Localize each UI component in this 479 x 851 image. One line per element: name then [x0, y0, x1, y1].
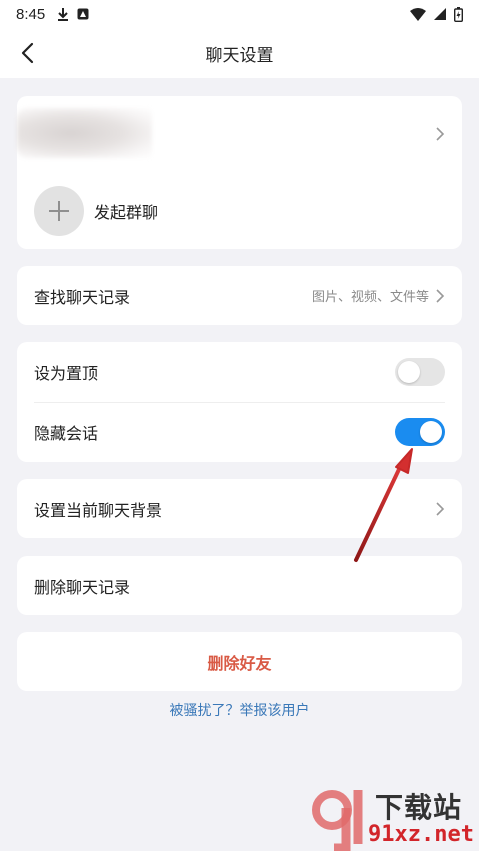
hide-conversation-toggle[interactable] — [395, 418, 445, 446]
find-records-hint: 图片、视频、文件等 — [311, 290, 429, 305]
chevron-right-icon — [436, 127, 445, 141]
page-title: 聊天设置 — [205, 45, 274, 66]
delete-chat-records-label: 删除聊天记录 — [34, 577, 131, 597]
add-member-button[interactable] — [34, 186, 84, 236]
set-chat-background-row[interactable]: 设置当前聊天背景 — [17, 479, 462, 538]
pin-to-top-toggle[interactable] — [395, 358, 445, 386]
site-watermark: 下载站 91xz.net — [308, 782, 479, 851]
toggle-knob — [420, 421, 442, 443]
pin-to-top-row: 设为置顶 — [17, 342, 462, 402]
contact-profile-row[interactable] — [17, 96, 462, 172]
delete-friend-card: 删除好友 — [17, 632, 462, 691]
start-group-chat-label: 发起群聊 — [94, 203, 159, 222]
find-chat-records-label: 查找聊天记录 — [34, 287, 131, 307]
app-header: 聊天设置 — [0, 28, 479, 78]
delete-records-card: 删除聊天记录 — [17, 556, 462, 615]
notification-app-icon — [77, 8, 89, 20]
battery-charging-icon — [454, 6, 463, 22]
status-time: 8:45 — [16, 5, 46, 23]
pin-to-top-label: 设为置顶 — [34, 364, 99, 383]
download-icon — [58, 8, 69, 21]
watermark-text: 下载站 — [375, 791, 463, 824]
hide-conversation-label: 隐藏会话 — [34, 424, 99, 443]
toggles-card: 设为置顶 隐藏会话 — [17, 342, 462, 462]
chevron-right-icon — [436, 288, 445, 303]
chevron-right-icon — [436, 501, 445, 516]
contact-card: 发起群聊 — [17, 96, 462, 249]
background-card: 设置当前聊天背景 — [17, 479, 462, 538]
set-chat-background-label: 设置当前聊天背景 — [34, 500, 163, 520]
blurred-avatar — [17, 108, 152, 158]
status-bar: 8:45 — [0, 0, 479, 28]
search-records-card: 查找聊天记录 图片、视频、文件等 — [17, 266, 462, 325]
signal-icon — [434, 8, 446, 20]
report-user-link[interactable]: 被骚扰了？举报该用户 — [0, 700, 479, 720]
plus-icon — [49, 201, 69, 221]
find-chat-records-row[interactable]: 查找聊天记录 图片、视频、文件等 — [17, 266, 462, 325]
chevron-left-icon — [21, 42, 34, 64]
back-button[interactable] — [12, 38, 42, 68]
delete-friend-button[interactable]: 删除好友 — [17, 632, 462, 691]
watermark-logo-icon — [312, 790, 363, 851]
toggle-knob — [398, 361, 420, 383]
hide-conversation-row: 隐藏会话 — [17, 402, 462, 462]
delete-chat-records-row[interactable]: 删除聊天记录 — [17, 556, 462, 615]
wifi-icon — [410, 7, 426, 21]
start-group-chat-row[interactable]: 发起群聊 — [17, 182, 462, 240]
watermark-url: 91xz.net — [368, 822, 474, 847]
